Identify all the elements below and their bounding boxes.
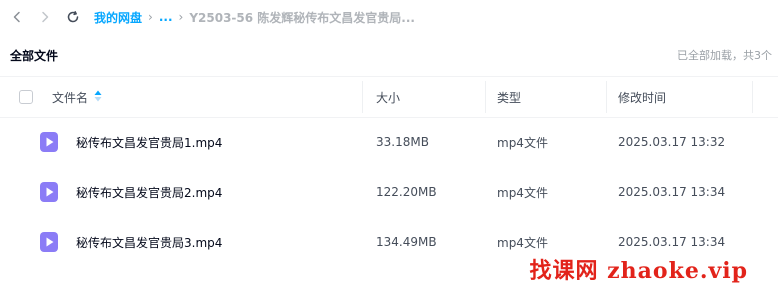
back-button[interactable] [6,6,28,28]
top-nav-bar: 我的网盘 › ... › Y2503-56 陈发辉秘传布文昌发官贵局... [0,0,778,34]
file-size: 122.20MB [376,185,437,199]
file-modified: 2025.03.17 13:34 [618,235,726,249]
column-header-name-label: 文件名 [52,90,89,105]
file-type: mp4文件 [497,135,548,150]
file-type: mp4文件 [497,185,548,200]
file-name[interactable]: 秘传布文昌发官贵局3.mp4 [76,234,222,251]
breadcrumb-separator-icon: › [178,10,184,24]
table-header: 文件名 大小 类型 修改时间 [0,76,778,118]
chevron-right-icon [42,11,49,23]
table-row[interactable]: 秘传布文昌发官贵局2.mp4 122.20MB mp4文件 2025.03.17… [0,167,778,217]
breadcrumb-current: Y2503-56 陈发辉秘传布文昌发官贵局... [189,10,415,25]
file-size: 33.18MB [376,135,429,149]
chevron-left-icon [13,11,20,23]
column-header-modified[interactable]: 修改时间 [618,77,666,117]
video-file-icon [40,232,58,252]
page-title: 全部文件 [10,48,59,63]
sort-icon[interactable] [94,90,102,105]
forward-button[interactable] [34,6,56,28]
video-file-icon [40,182,58,202]
file-modified: 2025.03.17 13:32 [618,135,726,149]
file-name[interactable]: 秘传布文昌发官贵局2.mp4 [76,184,222,201]
column-divider[interactable] [752,81,753,113]
breadcrumb-separator-icon: › [148,10,153,24]
watermark-text: 找课网 zhaoke.vip [529,258,748,284]
column-divider[interactable] [606,81,607,113]
file-size: 134.49MB [376,235,437,249]
file-list-header: 全部文件 已全部加载，共3个 [0,38,778,72]
breadcrumb-root[interactable]: 我的网盘 [94,9,142,26]
column-header-name[interactable]: 文件名 [52,77,102,117]
table-row[interactable]: 秘传布文昌发官贵局1.mp4 33.18MB mp4文件 2025.03.17 … [0,117,778,167]
column-header-size[interactable]: 大小 [376,77,400,117]
column-header-type[interactable]: 类型 [497,77,521,117]
refresh-button[interactable] [62,6,84,28]
breadcrumb-ellipsis[interactable]: ... [159,10,173,24]
file-name[interactable]: 秘传布文昌发官贵局1.mp4 [76,134,222,151]
load-status: 已全部加载，共3个 [677,49,772,62]
breadcrumb: 我的网盘 › ... › Y2503-56 陈发辉秘传布文昌发官贵局... [94,9,415,26]
file-modified: 2025.03.17 13:34 [618,185,726,199]
column-divider[interactable] [485,81,486,113]
column-divider[interactable] [362,81,363,113]
video-file-icon [40,132,58,152]
select-all-checkbox[interactable] [19,90,33,104]
file-type: mp4文件 [497,235,548,250]
refresh-icon [67,11,79,23]
